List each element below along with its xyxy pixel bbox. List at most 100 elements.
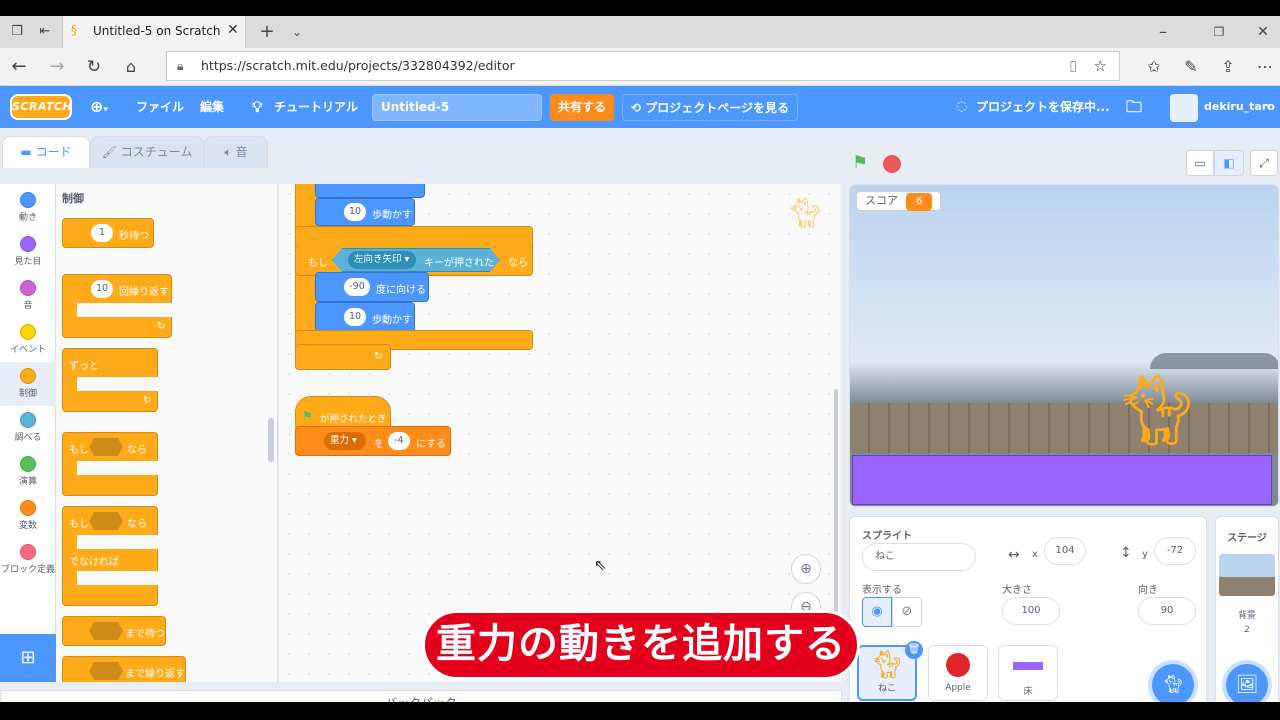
tab-sounds[interactable]: 🔈︎ 音 — [204, 136, 268, 168]
repeat-block[interactable]: 10 回繰り返す ↻ — [62, 274, 175, 338]
see-project-page-button[interactable]: ⟲ プロジェクトページを見る — [622, 94, 798, 121]
direction-input[interactable]: 90 — [1138, 597, 1196, 625]
move-block-partial[interactable] — [315, 184, 425, 198]
stage-canvas[interactable]: 🐈︎ スコア 6 — [849, 184, 1279, 507]
scratch-logo[interactable]: SCRATCH — [10, 94, 72, 120]
set-value-input[interactable]: -4 — [388, 432, 410, 450]
add-extension-button[interactable]: ⊞ — [0, 634, 56, 682]
minimize-icon[interactable]: – — [1150, 19, 1176, 45]
close-window-icon[interactable]: ✕ — [1250, 19, 1276, 45]
if-then-block[interactable]: もし なら — [62, 432, 161, 496]
sprite-name-input[interactable]: ねこ — [862, 543, 976, 571]
move-steps-input[interactable]: 10 — [344, 203, 366, 221]
repeat-until-block[interactable]: まで繰り返す — [62, 656, 186, 682]
tab-costumes[interactable]: 🖌︎ コスチューム — [90, 136, 204, 168]
share-icon[interactable]: ⇪ — [1215, 54, 1241, 80]
favorite-star-icon[interactable]: ☆ — [1094, 52, 1107, 80]
category-control[interactable]: 制御 — [0, 362, 56, 406]
stop-button[interactable] — [883, 155, 901, 173]
my-stuff-folder-icon[interactable]: 🗀︎ — [1126, 86, 1142, 128]
notes-pen-icon[interactable]: ✎ — [1178, 54, 1204, 80]
move-steps-input[interactable]: 10 — [344, 308, 366, 326]
category-my-blocks[interactable]: ブロック定義 — [0, 538, 56, 594]
address-bar[interactable]: 🔒︎ https://scratch.mit.edu/projects/3328… — [166, 51, 1120, 81]
condition-slot[interactable] — [89, 662, 123, 680]
condition-slot[interactable] — [89, 512, 123, 530]
tab-actions-icon[interactable]: ❐ — [4, 19, 30, 45]
condition-slot[interactable] — [89, 622, 123, 640]
point-direction-block[interactable]: -90 度に向ける — [315, 272, 429, 302]
point-direction-input[interactable]: -90 — [344, 278, 370, 296]
move-steps-block-1[interactable]: 10 歩動かす — [315, 198, 415, 226]
category-label: 制御 — [18, 389, 37, 399]
set-variable-block[interactable]: 重力 ▾ を -4 にする — [295, 426, 451, 456]
tab-list-chevron-icon[interactable]: ⌄ — [284, 19, 310, 45]
category-events[interactable]: イベント — [0, 318, 56, 362]
zoom-in-button[interactable]: ⊕ — [791, 554, 821, 584]
refresh-icon[interactable]: ↻ — [81, 54, 107, 80]
more-menu-icon[interactable]: ⋯ — [1252, 54, 1278, 80]
close-tab-icon[interactable]: ✕ — [227, 22, 239, 38]
new-tab-icon[interactable]: + — [254, 19, 280, 45]
sprite-tile-floor[interactable]: 床 — [998, 645, 1058, 701]
script-area[interactable]: 10 歩動かす もし 左向き矢印 ▾ キーが押された なら -90 度に向ける … — [279, 184, 841, 682]
green-flag-button[interactable]: ⚑ — [852, 152, 868, 173]
key-option-dropdown[interactable]: 左向き矢印 ▾ — [348, 251, 416, 269]
wait-input[interactable]: 1 — [91, 224, 113, 242]
sprite-tile-cat[interactable]: 🐈︎ ねこ 🗑︎ — [857, 641, 923, 701]
username[interactable]: dekiru_taro — [1204, 86, 1275, 128]
category-variables[interactable]: 変数 — [0, 494, 56, 538]
move-steps-block-2[interactable]: 10 歩動かす — [315, 302, 415, 332]
reading-view-icon[interactable]: ▯ — [1069, 52, 1077, 80]
project-title-input[interactable]: Untitled-5 — [372, 94, 542, 121]
backpack-panel[interactable]: バックパック — [0, 690, 842, 702]
x-arrows-icon: ↔ — [1008, 547, 1020, 563]
menu-tutorial[interactable]: チュートリアル — [274, 86, 358, 128]
hide-eye-icon[interactable]: ⊘ — [892, 597, 922, 627]
category-looks[interactable]: 見た目 — [0, 230, 56, 274]
category-operators[interactable]: 演算 — [0, 450, 56, 494]
show-eye-icon[interactable]: ◉ — [862, 597, 892, 627]
user-avatar[interactable] — [1170, 94, 1198, 122]
delete-sprite-icon[interactable]: 🗑︎ — [905, 641, 923, 659]
cat-sprite-icon[interactable]: 🐈︎ — [1112, 363, 1201, 457]
size-input[interactable]: 100 — [1002, 597, 1060, 625]
menu-file[interactable]: ファイル — [136, 86, 184, 128]
y-input[interactable]: -72 — [1154, 537, 1196, 565]
wait-until-block[interactable]: まで待つ — [62, 616, 166, 646]
menu-edit[interactable]: 編集 — [200, 86, 224, 128]
back-icon[interactable]: ← — [6, 54, 32, 80]
variable-dropdown[interactable]: 重力 ▾ — [324, 432, 366, 450]
restore-icon[interactable]: ❐ — [1206, 19, 1232, 45]
browser-tab[interactable]: § Untitled-5 on Scratch ✕ — [62, 16, 246, 48]
palette-scrollbar[interactable] — [268, 418, 274, 462]
share-button[interactable]: 共有する — [550, 94, 614, 121]
account-chevron-down-icon[interactable]: ▾ — [1266, 86, 1271, 128]
favorites-icon[interactable]: ✩ — [1141, 54, 1167, 80]
choose-sprite-button[interactable]: 🐈︎ — [1152, 664, 1194, 702]
tab-code[interactable]: ▬ コード — [2, 136, 90, 168]
large-stage-button[interactable]: ◧ — [1214, 150, 1244, 176]
category-dot — [20, 280, 36, 296]
small-stage-button[interactable]: ▭ — [1186, 150, 1214, 176]
sprite-tile-apple[interactable]: Apple — [928, 645, 988, 701]
repeat-input[interactable]: 10 — [91, 280, 113, 298]
if-else-block[interactable]: もし なら でなければ — [62, 506, 161, 606]
condition-slot[interactable] — [89, 438, 123, 456]
x-input[interactable]: 104 — [1044, 537, 1086, 565]
category-motion[interactable]: 動き — [0, 186, 56, 230]
category-sensing[interactable]: 調べる — [0, 406, 56, 450]
c-slot — [77, 571, 161, 585]
sprite-tile-label: ねこ — [877, 684, 896, 694]
set-aside-tabs-icon[interactable]: ⇤ — [32, 19, 58, 45]
wait-block[interactable]: 1 秒待つ — [62, 218, 154, 248]
green-flag-hat-block[interactable]: ⚑ が押されたとき — [295, 396, 391, 430]
category-sound[interactable]: 音 — [0, 274, 56, 318]
forward-icon[interactable]: → — [44, 54, 70, 80]
home-icon[interactable]: ⌂ — [118, 54, 144, 80]
choose-backdrop-button[interactable]: 🖼︎ — [1226, 664, 1268, 702]
script-scrollbar[interactable] — [834, 389, 838, 649]
forever-block[interactable]: ずっと ↻ — [62, 348, 161, 412]
fullscreen-button[interactable]: ⤢ — [1250, 150, 1278, 176]
globe-icon[interactable]: ⊕▾ — [90, 86, 108, 131]
